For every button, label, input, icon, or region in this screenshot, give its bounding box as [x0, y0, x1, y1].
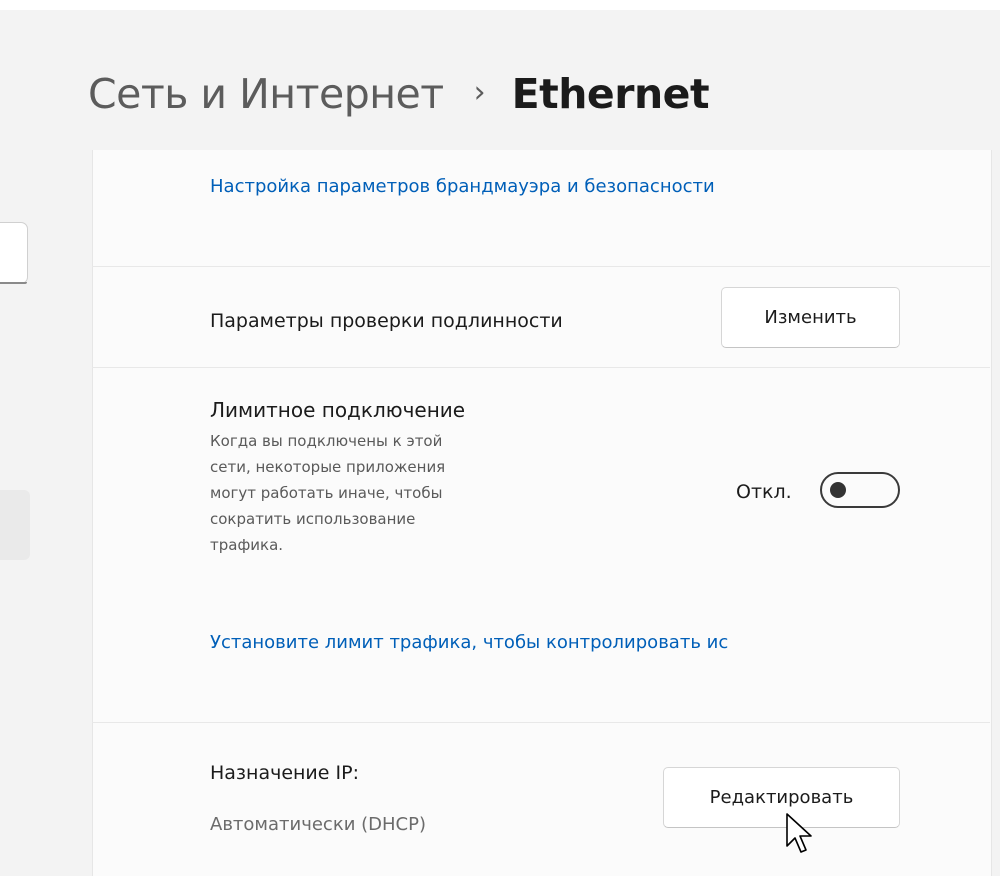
- firewall-settings-link[interactable]: Настройка параметров брандмауэра и безоп…: [210, 176, 715, 197]
- description-line: трафика.: [210, 536, 284, 554]
- metered-connection-description: Когда вы подключены к этой сети, некотор…: [210, 428, 445, 558]
- auth-settings-label: Параметры проверки подлинности: [210, 310, 563, 332]
- description-line: Когда вы подключены к этой: [210, 432, 443, 450]
- ip-assignment-label: Назначение IP:: [210, 762, 359, 784]
- edit-auth-button[interactable]: Изменить: [721, 287, 900, 348]
- window-top-band: [0, 0, 1000, 10]
- page-title: Ethernet: [511, 70, 710, 118]
- breadcrumb: Сеть и Интернет › Ethernet: [88, 62, 710, 126]
- divider: [92, 722, 990, 723]
- metered-connection-title: Лимитное подключение: [210, 398, 466, 422]
- sidebar-selected-item[interactable]: [0, 490, 30, 560]
- mouse-cursor-icon: [786, 813, 812, 853]
- metered-toggle-state: Откл.: [736, 481, 792, 503]
- description-line: сократить использование: [210, 510, 416, 528]
- divider: [92, 367, 990, 368]
- edit-ip-button[interactable]: Редактировать: [663, 767, 900, 828]
- toggle-knob: [830, 482, 846, 498]
- sidebar-search-input[interactable]: [0, 222, 28, 284]
- description-line: могут работать иначе, чтобы: [210, 484, 443, 502]
- description-line: сети, некоторые приложения: [210, 458, 446, 476]
- set-data-limit-link[interactable]: Установите лимит трафика, чтобы контроли…: [210, 632, 900, 653]
- ip-assignment-value: Автоматически (DHCP): [210, 814, 426, 835]
- divider: [92, 266, 990, 267]
- chevron-right-icon: ›: [473, 74, 486, 110]
- metered-connection-toggle[interactable]: [820, 472, 900, 508]
- breadcrumb-parent[interactable]: Сеть и Интернет: [88, 70, 444, 118]
